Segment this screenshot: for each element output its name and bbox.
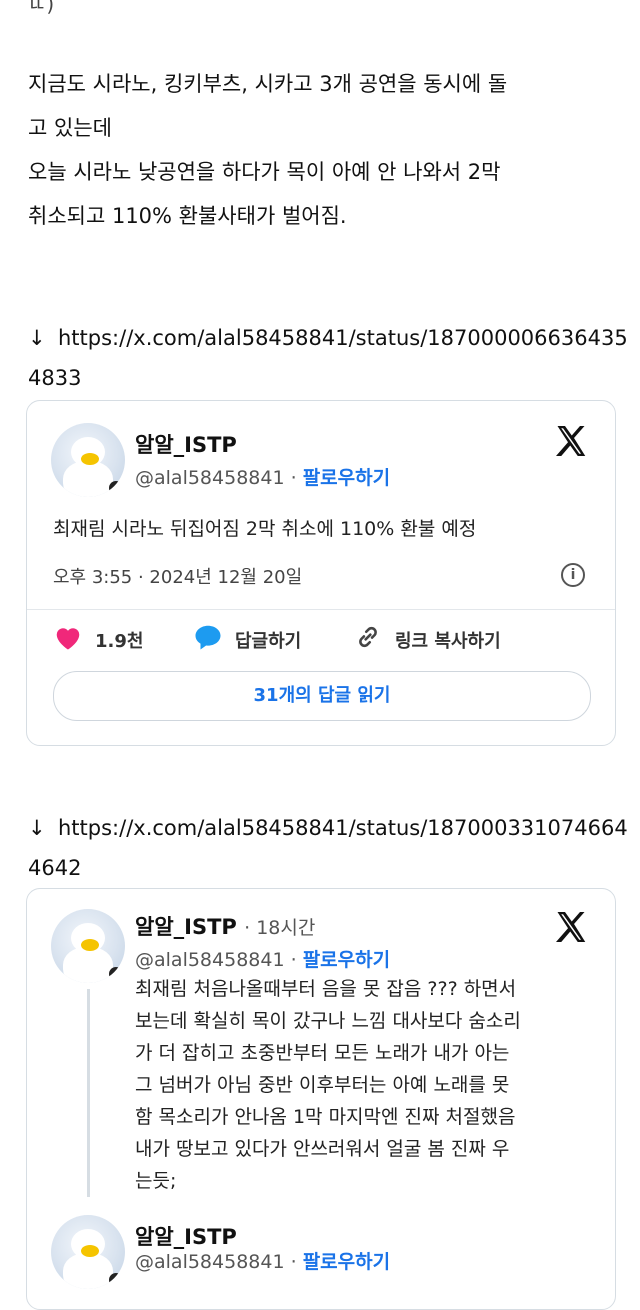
author-name[interactable]: 알알_ISTP [135, 429, 237, 459]
author-handle[interactable]: @alal58458841 [135, 949, 285, 971]
tweet-url[interactable]: https://x.com/alal58458841/status/187000… [28, 326, 628, 390]
copy-link-button[interactable]: 링크 복사하기 [353, 623, 501, 656]
author-handle-row: @alal58458841 · 팔로우하기 [135, 1247, 390, 1274]
link-icon [353, 623, 383, 656]
reply-label: 답글하기 [235, 630, 302, 652]
intro-line: 오늘 시라노 낮공연을 하다가 목이 아예 안 나와서 2막 [28, 160, 501, 184]
avatar[interactable] [51, 909, 125, 983]
separator: · [290, 1251, 297, 1273]
info-icon[interactable]: i [561, 563, 585, 587]
reply-bubble-icon [193, 623, 223, 656]
author-handle[interactable]: @alal58458841 [135, 467, 285, 489]
x-logo-icon[interactable] [553, 423, 589, 459]
author-name-row: 알알_ISTP · 18시간 [135, 911, 315, 941]
intro-line: 지금도 시라노, 킹키부츠, 시카고 3개 공연을 동시에 돌 [28, 72, 508, 96]
read-replies-button[interactable]: 31개의 답글 읽기 [53, 671, 591, 721]
down-arrow-icon: ↓ [28, 326, 46, 350]
tweet-text-line: 보는데 확실히 목이 갔구나 느낌 대사보다 숨소리 [135, 1010, 521, 1032]
author-handle[interactable]: @alal58458841 [135, 1251, 285, 1273]
avatar[interactable] [51, 1215, 125, 1289]
avatar[interactable] [51, 423, 125, 497]
heart-icon [53, 623, 83, 656]
separator: · [290, 467, 297, 489]
tweet-text-line: 가 더 잡히고 초중반부터 모든 노래가 내가 아는 [135, 1042, 510, 1064]
divider [27, 609, 615, 610]
time-ago: · 18시간 [244, 917, 316, 939]
tweet-text-line: 내가 땅보고 있다가 안쓰러워서 얼굴 봄 진짜 우 [135, 1138, 510, 1160]
tweet-text-line: 는듯; [135, 1170, 177, 1192]
tweet-timestamp[interactable]: 오후 3:55 · 2024년 12월 20일 [53, 563, 302, 589]
like-button[interactable]: 1.9천 [53, 623, 143, 656]
intro-text: 지금도 시라노, 킹키부츠, 시카고 3개 공연을 동시에 돌 고 있는데 오늘… [28, 62, 618, 238]
reply-button[interactable]: 답글하기 [193, 623, 301, 656]
tweet-text-line: 그 넘버가 아님 중반 이후부터는 아예 노래를 못 [135, 1074, 510, 1096]
follow-button[interactable]: 팔로우하기 [303, 467, 390, 489]
like-count: 1.9천 [95, 630, 144, 652]
x-logo-icon[interactable] [553, 909, 589, 945]
intro-line: 취소되고 110% 환불사태가 벌어짐. [28, 204, 347, 228]
tweet-text-line: 최재림 처음나올때부터 음을 못 잡음 ??? 하면서 [135, 978, 517, 1000]
tweet-link-2[interactable]: ↓ https://x.com/alal58458841/status/18700… [28, 808, 628, 888]
tweet-text: 최재림 처음나올때부터 음을 못 잡음 ??? 하면서 보는데 확실히 목이 갔… [135, 973, 605, 1197]
follow-button[interactable]: 팔로우하기 [303, 1251, 390, 1273]
thread-connector [87, 989, 90, 1197]
top-text-fragment: ㄸ) [28, 0, 55, 16]
author-handle-row: @alal58458841 · 팔로우하기 [135, 463, 390, 490]
author-handle-row: @alal58458841 · 팔로우하기 [135, 945, 390, 972]
tweet-embed-card: 알알_ISTP @alal58458841 · 팔로우하기 최재림 시라노 뒤집… [26, 400, 616, 746]
tweet-thread-card: 알알_ISTP · 18시간 @alal58458841 · 팔로우하기 최재림… [26, 888, 616, 1310]
tweet-link-1[interactable]: ↓ https://x.com/alal58458841/status/18700… [28, 318, 628, 398]
follow-button[interactable]: 팔로우하기 [303, 949, 390, 971]
tweet-text: 최재림 시라노 뒤집어짐 2막 취소에 110% 환불 예정 [53, 518, 477, 540]
down-arrow-icon: ↓ [28, 816, 46, 840]
tweet-text-line: 함 목소리가 안나옴 1막 마지막엔 진짜 처절했음 [135, 1106, 516, 1128]
tweet-url[interactable]: https://x.com/alal58458841/status/187000… [28, 816, 628, 880]
author-name[interactable]: 알알_ISTP [135, 915, 237, 939]
copy-link-label: 링크 복사하기 [395, 630, 501, 652]
intro-line: 고 있는데 [28, 116, 112, 140]
separator: · [290, 949, 297, 971]
